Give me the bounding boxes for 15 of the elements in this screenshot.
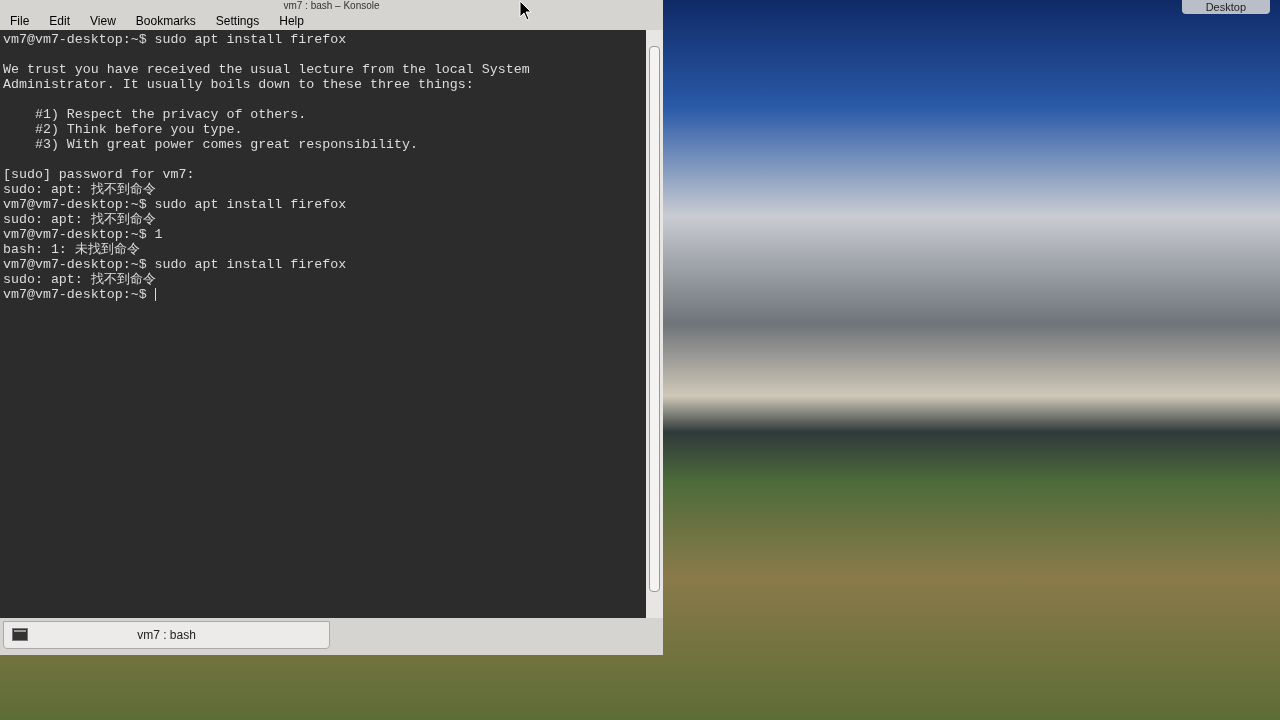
desktop-button[interactable]: Desktop: [1181, 0, 1270, 14]
menu-item[interactable]: Edit: [49, 12, 71, 30]
terminal-output[interactable]: vm7@vm7-desktop:~$ sudo apt install firefox We trust you have received the usual lecture from the local System Administrator. It usually boils down to these three things: #1) Respect the privacy of others. #2) Think before you type. #3) With great power comes great responsibility. [sudo] password for vm7: sudo: apt: 找不到命令 vm7@vm7-desktop:~$ sudo apt install firefox sudo: apt: 找不到命令 vm7@vm7-desktop:~$ 1 bash: 1: 未找到命令 vm7@vm7-desktop:~$ sudo apt install firefox sudo: apt: 找不到命令 vm7@vm7-desktop:~$: [0, 30, 646, 618]
menu-item[interactable]: Bookmarks: [135, 12, 196, 30]
menu-item[interactable]: Help: [279, 12, 304, 30]
mouse-pointer-icon: [519, 0, 533, 21]
text-cursor: [154, 288, 156, 301]
window-title: vm7 : bash – Konsole: [283, 0, 380, 12]
terminal-icon: [12, 628, 28, 641]
terminal-tab[interactable]: vm7 : bash: [3, 621, 330, 649]
scrollbar[interactable]: [646, 30, 663, 618]
scrollbar-thumb[interactable]: [649, 46, 660, 592]
menu-item[interactable]: View: [90, 12, 116, 30]
menu-item[interactable]: Settings: [215, 12, 260, 30]
menu-item[interactable]: File: [10, 12, 30, 30]
